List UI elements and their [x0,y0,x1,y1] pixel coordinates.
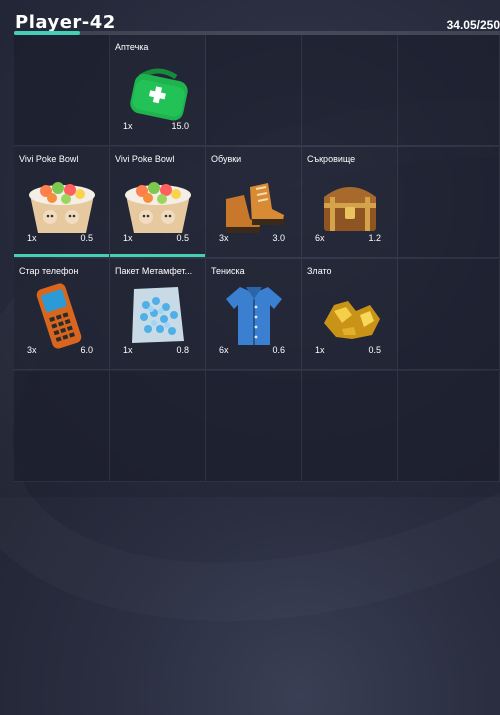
item-quantity: 1x [123,345,133,355]
item-quantity: 6x [315,233,325,243]
shirt-icon [216,281,292,349]
weight-readout: 34.05/250 [446,18,500,32]
inventory-slot-empty[interactable] [398,147,500,258]
inventory-grid: Аптечка 1x 15.0 Vivi Poke Bowl 1x 0.5 Vi… [14,35,500,485]
item-weight: 0.6 [272,345,285,355]
inventory-slot-empty[interactable] [206,35,302,146]
inventory-slot-empty[interactable] [398,259,500,370]
boots-icon [216,169,292,237]
item-name: Аптечка [115,42,149,52]
item-name: Пакет Метамфет... [115,266,193,276]
item-name: Vivi Poke Bowl [19,154,79,164]
item-quantity: 1x [123,121,133,131]
inventory-slot-empty[interactable] [206,371,302,482]
inventory-slot-empty[interactable] [302,371,398,482]
item-weight: 1.2 [368,233,381,243]
player-name: Player-42 [15,12,116,33]
poke-bowl-icon [120,169,196,237]
inventory-slot[interactable]: Обувки 3x 3.0 [206,147,302,258]
item-name: Стар телефон [19,266,79,276]
item-quantity: 3x [219,233,229,243]
inventory-slot[interactable]: Стар телефон 3x 6.0 [14,259,110,370]
inventory-slot-empty[interactable] [398,35,500,146]
treasure-chest-icon [312,169,388,237]
inventory-slot-empty[interactable] [110,371,206,482]
inventory-slot[interactable]: Съкровище 6x 1.2 [302,147,398,258]
item-weight: 0.5 [80,233,93,243]
item-quantity: 3x [27,345,37,355]
item-name: Vivi Poke Bowl [115,154,175,164]
gold-nugget-icon [312,281,388,349]
inventory-slot-empty[interactable] [398,371,500,482]
item-weight: 6.0 [80,345,93,355]
item-weight: 15.0 [171,121,189,131]
item-name: Тениска [211,266,245,276]
item-quantity: 6x [219,345,229,355]
item-weight: 0.5 [176,233,189,243]
inventory-slot[interactable]: Vivi Poke Bowl 1x 0.5 [110,147,206,258]
inventory-slot[interactable]: Пакет Метамфет... 1x 0.8 [110,259,206,370]
item-name: Злато [307,266,332,276]
first-aid-kit-icon [120,57,196,125]
inventory-slot[interactable]: Vivi Poke Bowl 1x 0.5 [14,147,110,258]
inventory-slot[interactable]: Злато 1x 0.5 [302,259,398,370]
item-durability-bar [110,254,205,257]
inventory-slot-empty[interactable] [14,371,110,482]
item-name: Обувки [211,154,242,164]
inventory-slot-empty[interactable] [14,35,110,146]
item-quantity: 1x [123,233,133,243]
item-quantity: 1x [27,233,37,243]
item-weight: 3.0 [272,233,285,243]
inventory-header: Player-42 34.05/250 [0,0,500,36]
inventory-slot[interactable]: Аптечка 1x 15.0 [110,35,206,146]
poke-bowl-icon [24,169,100,237]
item-weight: 0.8 [176,345,189,355]
item-durability-bar [14,254,109,257]
item-quantity: 1x [315,345,325,355]
inventory-slot[interactable]: Тениска 6x 0.6 [206,259,302,370]
old-phone-icon [24,281,100,349]
item-name: Съкровище [307,154,356,164]
crystal-bag-icon [120,281,196,349]
inventory-slot-empty[interactable] [302,35,398,146]
item-weight: 0.5 [368,345,381,355]
